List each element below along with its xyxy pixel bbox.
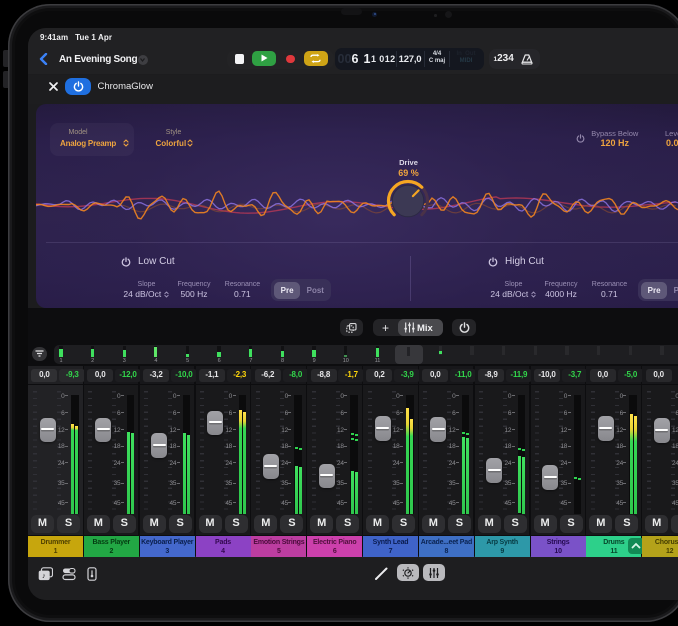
- svg-text:♪: ♪: [42, 572, 46, 581]
